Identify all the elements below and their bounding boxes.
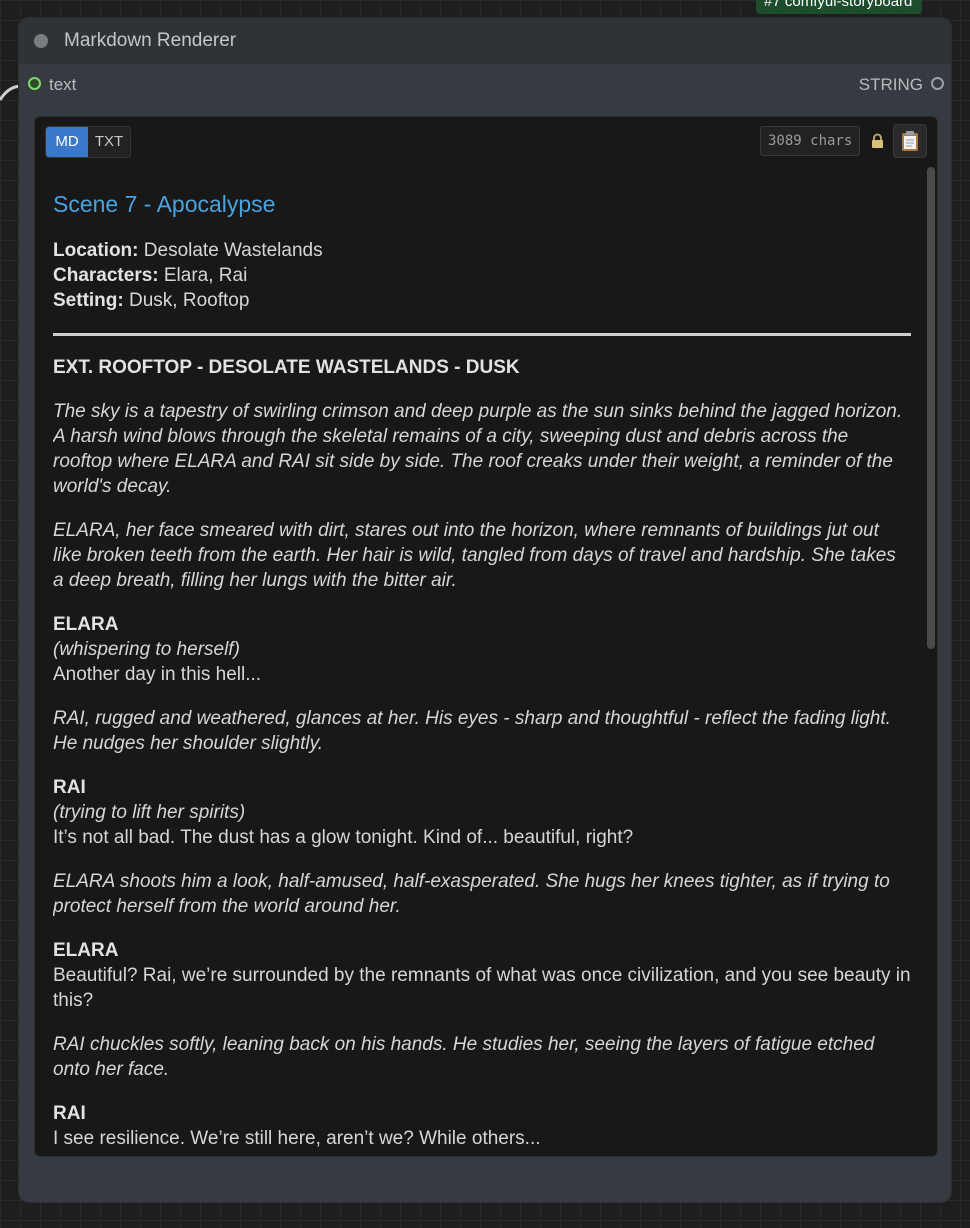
node-title: Markdown Renderer [64,30,237,51]
lock-icon[interactable] [871,133,884,149]
output-slot-icon[interactable] [931,77,944,90]
location-value: Desolate Wastelands [138,240,323,261]
speaker-name: ELARA [53,614,119,635]
dialogue-line: I see resilience. We’re still here, aren… [53,1128,541,1149]
scene-heading: Scene 7 - Apocalypse [53,191,276,217]
output-slot-label: STRING [858,75,923,94]
markdown-widget: MD TXT 3089 chars Scene 7 - Apocalypse L… [34,116,938,1157]
dialogue-line: Beautiful? Rai, we’re surrounded by the … [53,965,911,1011]
char-count-badge: 3089 chars [760,126,861,156]
action-paragraph: RAI chuckles softly, leaning back on his… [53,1034,875,1080]
workflow-tag: #7 comfyui-storyboard [756,0,923,14]
dialogue-block: ELARA (whispering to herself) Another da… [53,612,911,687]
content-scrollbar[interactable] [927,167,935,1152]
divider [53,333,911,336]
action-paragraph: ELARA, her face smeared with dirt, stare… [53,520,896,591]
scene-meta: Location: Desolate Wastelands Characters… [53,238,911,313]
parenthetical: (trying to lift her spirits) [53,802,246,823]
location-label: Location: [53,240,139,261]
dialogue-block: RAI I see resilience. We’re still here, … [53,1101,911,1151]
parenthetical: (whispering to herself) [53,639,240,660]
action-paragraph: RAI, rugged and weathered, glances at he… [53,708,891,754]
copy-clipboard-button[interactable] [893,124,927,158]
md-mode-button[interactable]: MD [46,127,88,157]
slugline: EXT. ROOFTOP - DESOLATE WASTELANDS - DUS… [53,357,520,378]
markdown-content[interactable]: Scene 7 - Apocalypse Location: Desolate … [53,175,911,1155]
setting-value: Dusk, Rooftop [123,290,250,311]
node-header[interactable]: Markdown Renderer [19,18,951,64]
speaker-name: RAI [53,777,86,798]
dialogue-line: It’s not all bad. The dust has a glow to… [53,827,634,848]
speaker-name: ELARA [53,940,119,961]
clipboard-icon [902,131,918,151]
txt-mode-button[interactable]: TXT [88,127,130,157]
action-paragraph: The sky is a tapestry of swirling crimso… [53,401,903,497]
action-paragraph: ELARA shoots him a look, half-amused, ha… [53,871,890,917]
collapse-toggle-icon[interactable] [34,34,48,48]
markdown-renderer-node[interactable]: Markdown Renderer text STRING MD TXT 308… [19,18,951,1202]
setting-label: Setting: [53,290,124,311]
characters-value: Elara, Rai [158,265,248,286]
scrollbar-thumb[interactable] [927,167,935,649]
input-slot-icon[interactable] [28,77,41,90]
characters-label: Characters: [53,265,159,286]
dialogue-line: Another day in this hell... [53,664,262,685]
input-slot-label: text [49,75,77,94]
widget-toolbar: MD TXT 3089 chars [35,117,937,163]
dialogue-block: RAI (trying to lift her spirits) It’s no… [53,775,911,850]
mode-toggle: MD TXT [45,126,131,158]
speaker-name: RAI [53,1103,86,1124]
dialogue-block: ELARA Beautiful? Rai, we’re surrounded b… [53,938,911,1013]
